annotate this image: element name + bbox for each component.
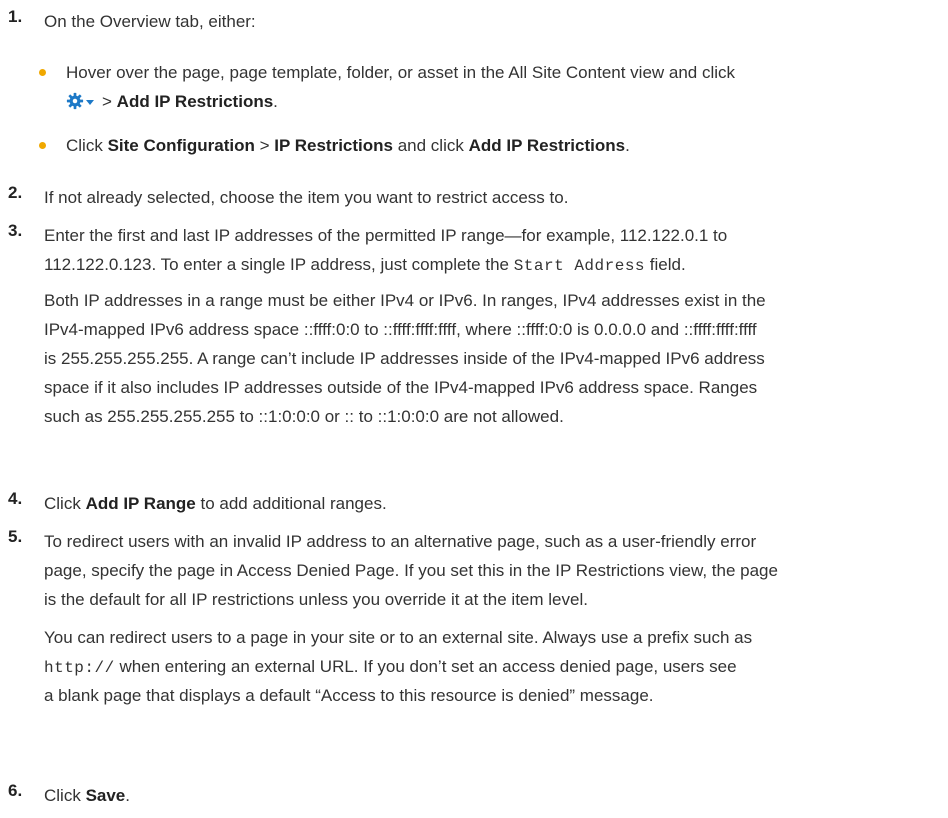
gear-icon — [66, 92, 84, 110]
bullet-item: Click Site Configuration > IP Restrictio… — [39, 131, 926, 160]
step-note: You can redirect users to a page in your… — [44, 628, 753, 705]
code-text: Start Address — [513, 257, 646, 275]
bullet-text: Hover over the page, page template, fold… — [66, 63, 736, 82]
step-number: 2. — [8, 183, 23, 202]
step-text: If not already selected, choose the item… — [44, 188, 569, 207]
bullet-item: Hover over the page, page template, fold… — [39, 58, 926, 116]
step-number: 3. — [8, 221, 23, 240]
step-text: On the Overview tab, either: — [44, 12, 256, 31]
step-text: Enter the first and last IP addresses of… — [44, 226, 728, 245]
chevron-down-icon — [86, 100, 94, 105]
bullet-dot — [39, 69, 46, 76]
step-number: 5. — [8, 527, 23, 546]
bullet-dot — [39, 142, 46, 149]
step-number: 6. — [8, 781, 23, 800]
code-text: http:// — [44, 659, 115, 677]
step-number: 1. — [8, 7, 23, 26]
step-note: Both IP addresses in a range must be eit… — [44, 291, 766, 426]
instruction-document: 1. On the Overview tab, either: Hover ov… — [0, 0, 948, 818]
step-number: 4. — [8, 489, 23, 508]
